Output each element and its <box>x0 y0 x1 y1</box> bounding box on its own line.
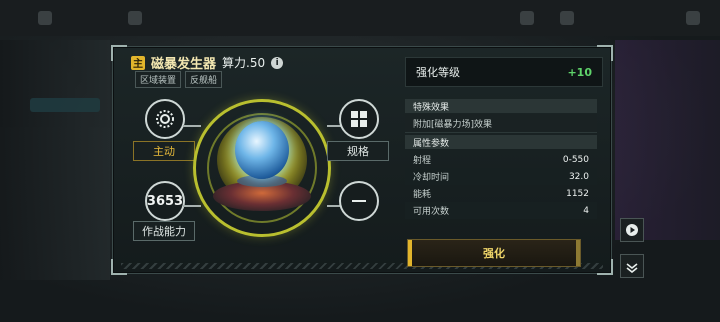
tag-anti-ship: 反舰船 <box>185 71 223 88</box>
equipment-image <box>193 99 331 237</box>
enhance-level-value: +10 <box>567 65 592 79</box>
combat-stat-button[interactable]: 3653 <box>145 181 185 221</box>
info-icon[interactable]: i <box>271 56 284 69</box>
corner-decoration <box>111 45 127 61</box>
item-power: 算力.50 <box>222 56 266 70</box>
special-effect-header: 特殊效果 <box>405 99 597 113</box>
item-name: 磁暴发生器 <box>151 57 217 72</box>
attribute-row: 射程 0-550 <box>405 151 597 168</box>
rank-badge: 主 <box>131 55 145 70</box>
spec-stat-button[interactable] <box>339 99 379 139</box>
attribute-name: 可用次数 <box>413 207 450 217</box>
connector-line <box>183 205 201 207</box>
attribute-row: 能耗 1152 <box>405 185 597 202</box>
collapse-icon <box>626 263 638 273</box>
item-title-row: 主 磁暴发生器 算力.50 i <box>131 53 284 72</box>
enhance-button[interactable]: 强化 <box>407 239 581 267</box>
combat-label: 作战能力 <box>133 221 195 241</box>
minus-icon <box>352 200 366 202</box>
special-effect-text: 附加[磁暴力场]效果 <box>405 114 597 133</box>
settings-icon <box>560 11 574 25</box>
attribute-name: 冷却时间 <box>413 173 450 183</box>
empty-slot-button[interactable] <box>339 181 379 221</box>
mail-icon <box>520 11 534 25</box>
top-bar-dimmed <box>0 0 720 36</box>
attribute-row: 可用次数 4 <box>405 202 597 219</box>
enhance-level-label: 强化等级 <box>416 66 460 79</box>
collapse-button[interactable] <box>620 254 644 278</box>
attribute-value: 4 <box>583 205 589 216</box>
tag-area-device: 区域装置 <box>135 71 182 88</box>
spec-label: 规格 <box>327 141 389 161</box>
type-stat-button[interactable] <box>145 99 185 139</box>
item-tags: 区域装置 反舰船 <box>135 71 223 88</box>
combat-value: 3653 <box>146 193 184 209</box>
background-right-panel <box>615 40 720 240</box>
attribute-row: 冷却时间 32.0 <box>405 168 597 185</box>
close-icon <box>686 11 700 25</box>
attribute-value: 1152 <box>566 188 589 199</box>
plasma-orb <box>235 121 289 179</box>
play-button[interactable] <box>620 218 644 242</box>
attribute-value: 32.0 <box>568 171 589 182</box>
play-icon <box>626 224 638 236</box>
gear-icon <box>156 110 174 128</box>
grid-icon <box>351 111 367 127</box>
attribute-name: 能耗 <box>413 190 432 200</box>
home-icon <box>128 11 142 25</box>
background-left-panel <box>0 40 110 280</box>
enhance-level-row: 强化等级 +10 <box>405 57 603 87</box>
menu-icon <box>38 11 52 25</box>
connector-line <box>183 125 201 127</box>
equipment-detail-panel: 主 磁暴发生器 算力.50 i 区域装置 反舰船 主动 3653 作战能力 规格… <box>111 45 613 275</box>
attribute-value: 0-550 <box>562 154 589 165</box>
attributes-header: 属性参数 <box>405 135 597 149</box>
type-label: 主动 <box>133 141 195 161</box>
attribute-name: 射程 <box>413 156 432 166</box>
background-bar <box>30 98 100 112</box>
